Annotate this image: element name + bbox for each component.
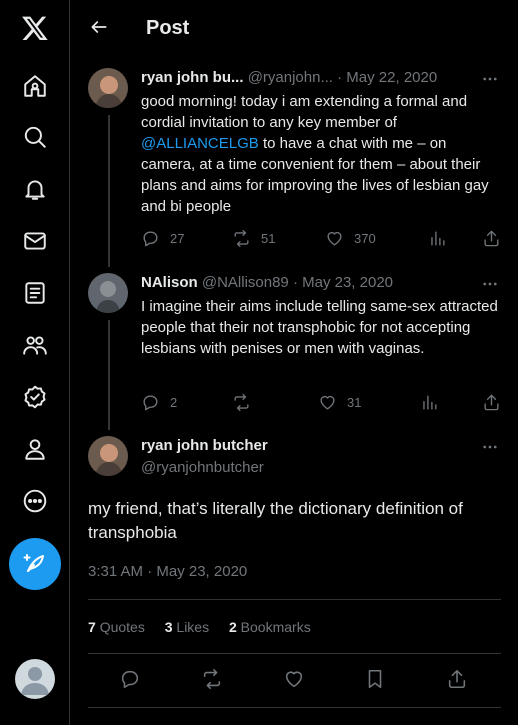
post-detail-column: Post ryan john bu... @ryanjohn... · May … [71,0,518,725]
feather-plus-icon [23,554,44,572]
ellipsis-icon [483,77,497,81]
post-text: my friend, that’s literally the dictiona… [88,499,463,542]
bookmarks-stat[interactable]: 2 Bookmarks [229,619,311,635]
more-options-button[interactable] [478,274,502,294]
divider [88,653,501,654]
post-meta: ryan john bu... @ryanjohn... · May 22, 2… [141,69,437,86]
share-icon [448,669,466,689]
post-text-part: good morning! today i am extending a for… [141,93,468,131]
post-timestamp[interactable]: 3:31 AM · May 23, 2020 [88,563,247,580]
reply-icon [143,230,158,246]
notifications-bell-icon[interactable] [10,164,60,214]
share-button[interactable] [482,226,501,250]
left-nav-rail [0,0,70,725]
ellipsis-icon [483,445,497,449]
thread-post[interactable]: NAlison @NAllison89 · May 23, 2020 I ima… [71,265,518,425]
focused-post-actions [88,663,501,695]
divider [88,707,501,708]
more-options-button[interactable] [478,437,502,457]
author-handle[interactable]: @NAllison89 [202,274,289,291]
heart-icon [327,231,342,246]
author-name[interactable]: ryan john butcher [141,437,268,454]
heart-icon [285,671,303,688]
reply-button[interactable]: 2 [141,390,177,414]
reply-icon [121,670,139,689]
author-name[interactable]: ryan john bu... [141,69,244,86]
views-button[interactable] [428,226,447,250]
analytics-icon [423,394,437,410]
back-button[interactable] [85,13,113,41]
repost-icon [234,229,249,247]
share-button[interactable] [482,390,501,414]
share-button[interactable] [445,667,469,691]
post-text: good morning! today i am extending a for… [141,91,501,217]
communities-icon[interactable] [10,320,60,370]
avatar[interactable] [88,436,128,476]
like-count: 31 [347,394,362,410]
author-handle[interactable]: @ryanjohn... [248,69,333,86]
divider [88,599,501,600]
x-logo-icon[interactable] [10,3,60,53]
bookmarks-label: Bookmarks [240,619,311,635]
likes-count: 3 [164,619,173,635]
like-button[interactable]: 31 [318,390,361,414]
repost-button[interactable]: 51 [232,226,275,250]
engagement-stats: 7 Quotes 3 Likes 2 Bookmarks [88,619,327,635]
likes-stat[interactable]: 3 Likes [165,619,209,635]
bookmarks-count: 2 [228,619,237,635]
more-options-button[interactable] [478,69,502,89]
search-icon[interactable] [10,112,60,162]
repost-button[interactable] [200,667,224,691]
like-count: 370 [354,230,376,246]
home-icon[interactable] [10,61,60,111]
post-actions: 27 51 370 [141,226,501,250]
reply-button[interactable]: 27 [141,226,184,250]
profile-icon[interactable] [10,424,60,474]
views-button[interactable] [420,390,439,414]
thread-post[interactable]: ryan john bu... @ryanjohn... · May 22, 2… [71,60,518,260]
analytics-icon [431,230,445,246]
share-icon [484,230,499,246]
lists-icon[interactable] [10,268,60,318]
page-title: Post [146,17,190,39]
reply-count: 27 [170,230,185,246]
repost-icon [234,393,249,411]
page-header: Post [71,0,518,55]
repost-count: 51 [261,230,276,246]
like-button[interactable] [282,667,306,691]
bookmark-button[interactable] [363,667,387,691]
quotes-count: 7 [88,619,96,635]
ellipsis-icon [483,282,497,286]
more-options-icon[interactable] [10,476,60,526]
reply-icon [143,394,158,410]
reply-button[interactable] [118,667,142,691]
mention-link[interactable]: @ALLIANCELGB [141,135,259,152]
author-handle[interactable]: @ryanjohnbutcher [141,459,264,476]
repost-icon [203,669,221,689]
avatar[interactable] [88,68,128,108]
bookmark-icon [368,669,382,689]
repost-button[interactable] [232,390,261,414]
author-name[interactable]: NAlison [141,274,198,291]
account-avatar[interactable] [15,659,55,699]
quotes-stat[interactable]: 7 Quotes [88,619,145,635]
post-meta: NAlison @NAllison89 · May 23, 2020 [141,274,393,291]
verified-badge-icon[interactable] [10,372,60,422]
share-icon [484,394,499,410]
like-button[interactable]: 370 [325,226,376,250]
messages-envelope-icon[interactable] [10,216,60,266]
likes-label: Likes [176,619,210,635]
quotes-label: Quotes [99,619,145,635]
compose-post-button[interactable] [9,538,61,590]
post-text: I imagine their aims include telling sam… [141,298,498,357]
post-actions: 2 31 [141,390,501,414]
heart-icon [320,395,335,410]
avatar[interactable] [88,273,128,313]
post-date[interactable]: · May 23, 2020 [293,274,393,291]
post-date[interactable]: · May 22, 2020 [337,69,437,86]
reply-count: 2 [170,394,178,410]
arrow-left-icon [91,21,107,33]
